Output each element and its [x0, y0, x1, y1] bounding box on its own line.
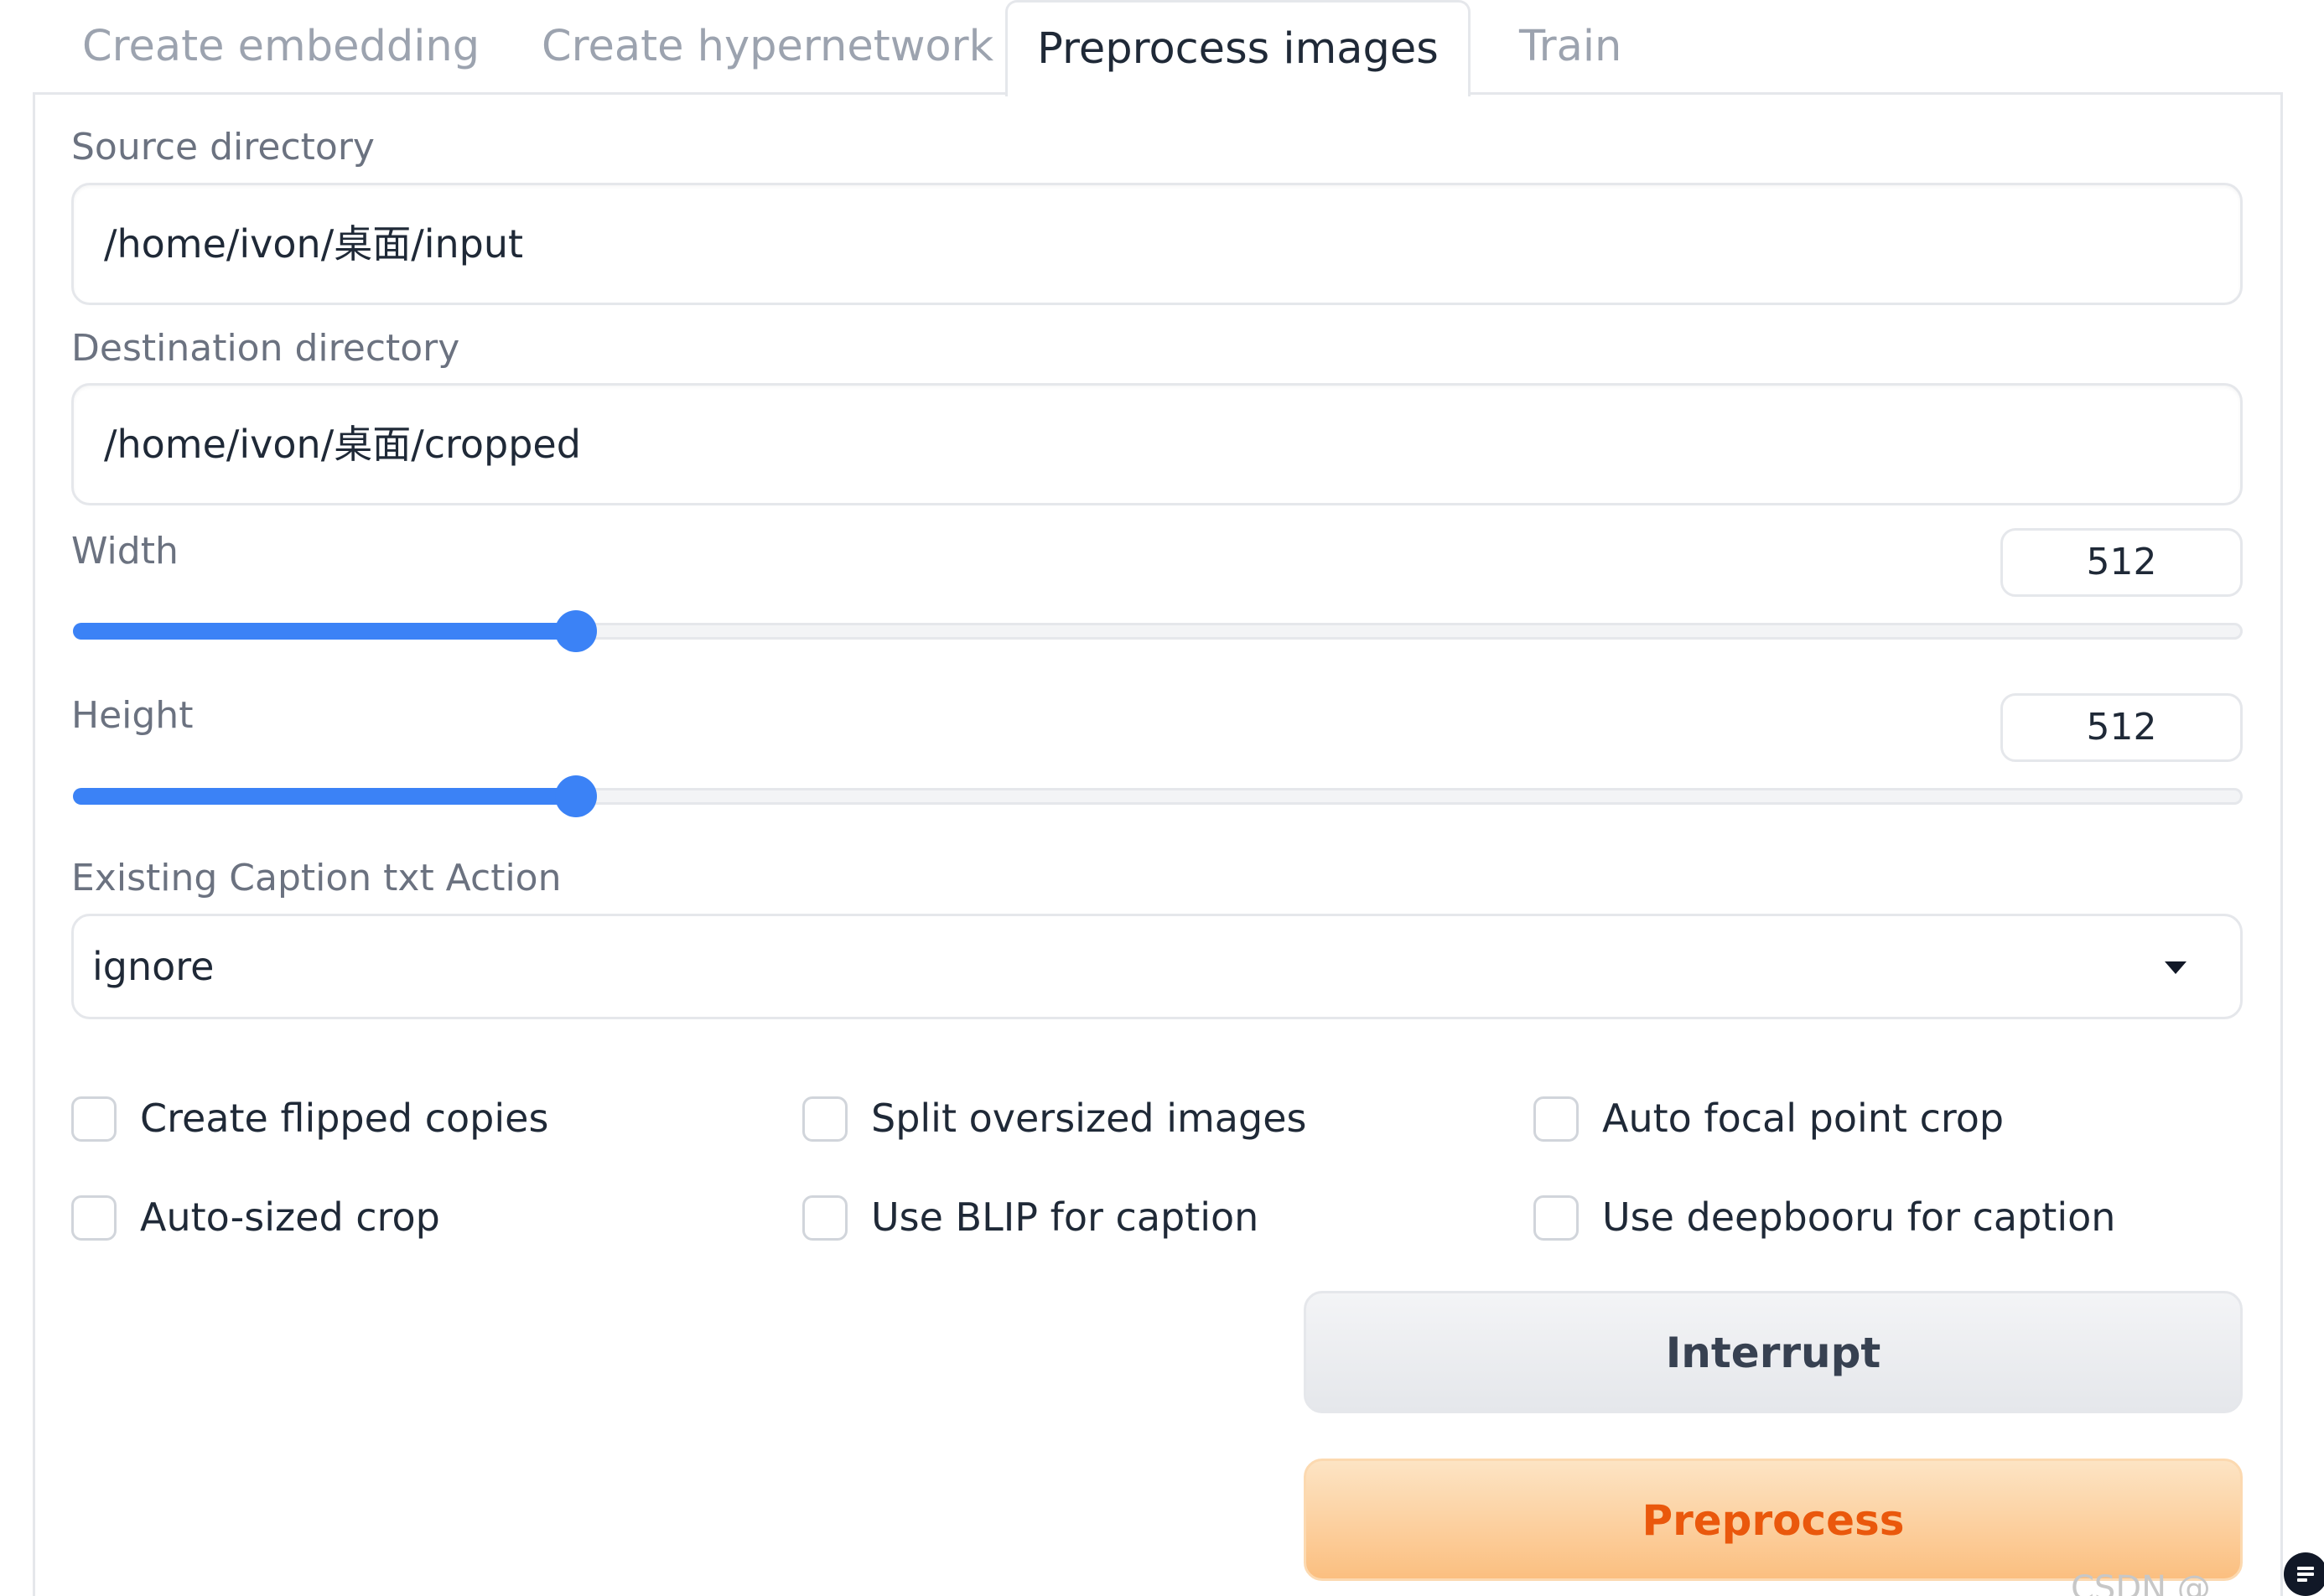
height-label: Height	[71, 694, 194, 737]
checkbox-box[interactable]	[71, 1096, 117, 1142]
overlay-icon[interactable]	[2284, 1552, 2324, 1596]
tab-preprocess-images[interactable]: Preprocess images	[1005, 0, 1471, 96]
height-slider-thumb[interactable]	[555, 775, 598, 817]
watermark-text: CSDN @	[2071, 1569, 2211, 1596]
width-slider-fill	[73, 623, 577, 640]
checkbox-label: Use deepbooru for caption	[1602, 1194, 2116, 1240]
caption-action-value: ignore	[92, 944, 215, 989]
checkbox-box[interactable]	[71, 1195, 117, 1241]
caption-action-dropdown[interactable]: ignore	[71, 914, 2243, 1019]
source-directory-input[interactable]: /home/ivon/桌面/input	[71, 183, 2243, 305]
width-slider-thumb[interactable]	[555, 610, 598, 652]
preprocess-button[interactable]: Preprocess	[1304, 1459, 2243, 1581]
checkbox-box[interactable]	[802, 1096, 848, 1142]
chevron-down-icon	[2165, 961, 2187, 974]
interrupt-button[interactable]: Interrupt	[1304, 1291, 2243, 1413]
width-number-input[interactable]: 512	[2000, 528, 2243, 597]
tab-create-hypernetwork[interactable]: Create hypernetwork	[542, 0, 993, 94]
destination-directory-input[interactable]: /home/ivon/桌面/cropped	[71, 383, 2243, 505]
height-slider-fill	[73, 788, 577, 805]
destination-directory-label: Destination directory	[71, 327, 460, 370]
caption-action-label: Existing Caption txt Action	[71, 857, 562, 899]
checkbox-label: Auto-sized crop	[140, 1194, 440, 1240]
checkbox-box[interactable]	[1533, 1096, 1579, 1142]
source-directory-label: Source directory	[71, 126, 375, 168]
checkbox-box[interactable]	[1533, 1195, 1579, 1241]
checkbox-label: Split oversized images	[871, 1096, 1307, 1141]
checkbox-label: Auto focal point crop	[1602, 1096, 2005, 1141]
width-slider[interactable]	[73, 610, 2243, 652]
overlay-glyph-icon	[2297, 1567, 2314, 1582]
tab-bar: Create embedding Create hypernetwork Pre…	[0, 0, 2324, 96]
tab-train[interactable]: Train	[1519, 0, 1621, 94]
height-slider[interactable]	[73, 775, 2243, 817]
tab-create-embedding[interactable]: Create embedding	[82, 0, 480, 94]
checkbox-box[interactable]	[802, 1195, 848, 1241]
preprocess-page: Create embedding Create hypernetwork Pre…	[0, 0, 2324, 1596]
width-label: Width	[71, 530, 179, 573]
checkbox-label: Use BLIP for caption	[871, 1194, 1259, 1240]
height-number-input[interactable]: 512	[2000, 693, 2243, 762]
checkbox-label: Create flipped copies	[140, 1096, 549, 1141]
